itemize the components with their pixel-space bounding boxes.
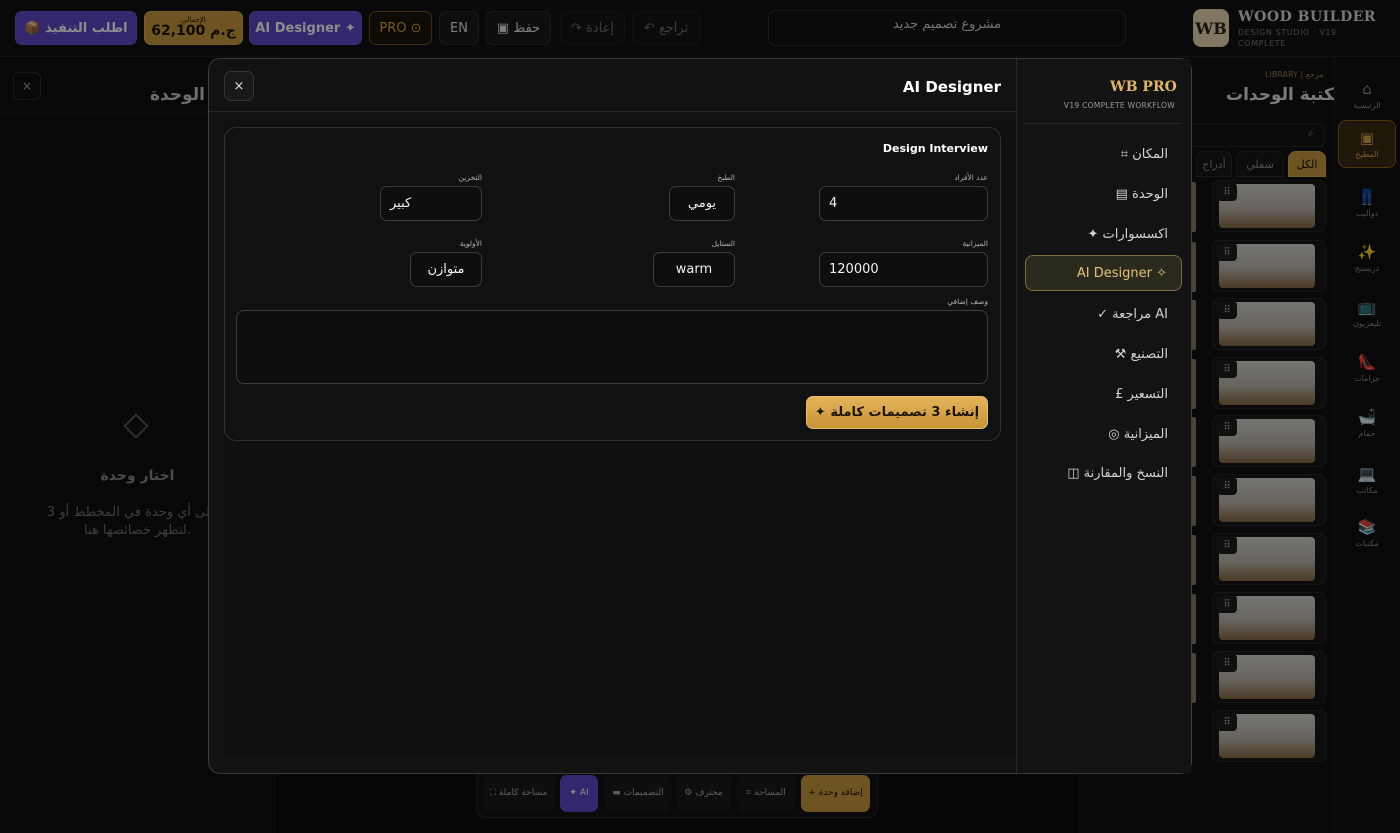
nav-item-4[interactable]: ✓ مراجعة AI bbox=[1025, 296, 1182, 332]
close-modal-button[interactable]: × bbox=[224, 71, 254, 101]
priority-label: الأولوية bbox=[459, 239, 482, 248]
nav-item-3[interactable]: AI Designer ✧ bbox=[1025, 255, 1182, 291]
modal-title: AI Designer bbox=[902, 78, 1001, 96]
nav-item-7[interactable]: ◎ الميزانية bbox=[1025, 416, 1182, 452]
nav-item-5[interactable]: ⚒ التصنيع bbox=[1025, 336, 1182, 372]
divider bbox=[209, 111, 1016, 112]
nav-item-2[interactable]: ✦ اكسسوارات bbox=[1025, 216, 1182, 252]
divider bbox=[1025, 123, 1182, 124]
card-title: Design Interview bbox=[882, 142, 988, 155]
cooking-select[interactable]: يومي bbox=[669, 186, 735, 221]
style-select[interactable]: warm bbox=[653, 252, 735, 287]
nav-item-1[interactable]: ▤ الوحدة bbox=[1025, 176, 1182, 212]
extra-description-textarea[interactable] bbox=[236, 310, 988, 384]
budget-input[interactable]: 120000 bbox=[819, 252, 988, 287]
generate-designs-button[interactable]: ✦ إنشاء 3 تصميمات كاملة bbox=[806, 396, 988, 429]
style-label: الستايل bbox=[711, 239, 735, 248]
people-input[interactable]: 4 bbox=[819, 186, 988, 221]
storage-select[interactable]: كبير bbox=[380, 186, 482, 221]
budget-label: الميزانية bbox=[962, 239, 988, 248]
people-label: عدد الأفراد bbox=[954, 173, 988, 182]
nav-item-8[interactable]: ◫ النسخ والمقارنة bbox=[1025, 455, 1182, 491]
nav-subtitle: V19 COMPLETE WORKFLOW bbox=[1063, 101, 1175, 110]
priority-select[interactable]: متوازن bbox=[410, 252, 482, 287]
nav-brand: WB PRO bbox=[1110, 79, 1177, 95]
storage-label: التخزين bbox=[458, 173, 482, 182]
nav-item-0[interactable]: ⌗ المكان bbox=[1025, 136, 1182, 172]
cooking-label: الطبخ bbox=[717, 173, 735, 182]
nav-item-6[interactable]: £ التسعير bbox=[1025, 376, 1182, 412]
extra-description-label: وصف إضافي bbox=[947, 297, 988, 306]
